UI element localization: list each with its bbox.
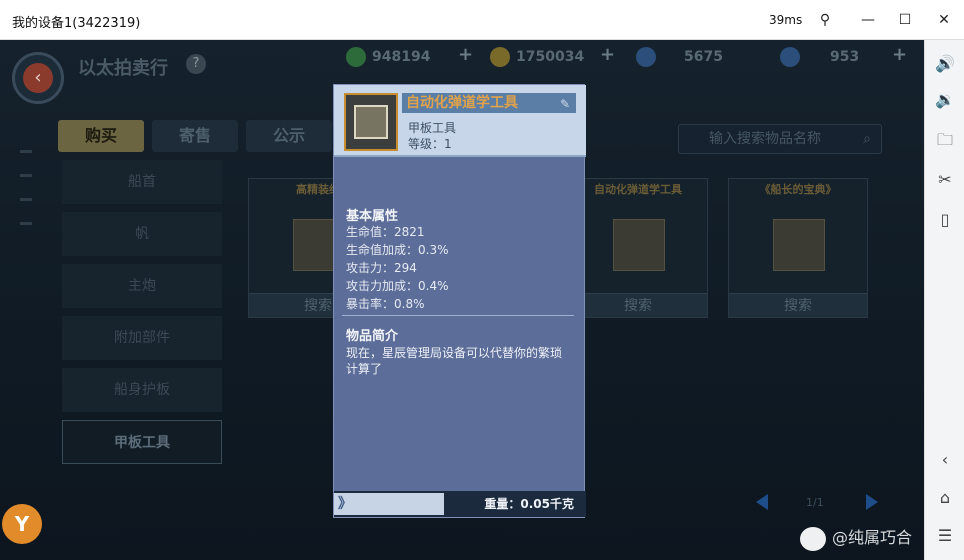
tooltip-header: 自动化弹道学工具 ✎ 甲板工具 等级：1 xyxy=(334,85,586,157)
side-mark xyxy=(20,198,32,201)
item-book-icon xyxy=(773,219,825,271)
scissors-icon[interactable]: ✂ xyxy=(933,168,957,192)
attr-attack: 攻击力：294 xyxy=(346,261,417,275)
resource-value: 5675 xyxy=(684,49,723,65)
side-mark xyxy=(20,222,32,225)
item-type: 甲板工具 xyxy=(408,121,457,135)
menu-icon[interactable]: ☰ xyxy=(933,524,957,548)
item-level: 等级：1 xyxy=(408,137,452,151)
add-green-button[interactable]: + xyxy=(458,44,473,65)
category-bow[interactable]: 船首 xyxy=(62,160,222,204)
category-deck-tool[interactable]: 甲板工具 xyxy=(62,420,222,464)
category-attachment[interactable]: 附加部件 xyxy=(62,316,222,360)
add-gold-button[interactable]: + xyxy=(600,44,615,65)
resource-blue: 5675 xyxy=(636,46,723,68)
app-logo-icon[interactable]: Y xyxy=(2,504,42,544)
title-bar: 我的设备1(3422319) 39ms ⚲ — ☐ ✕ xyxy=(0,0,964,40)
tab-announce[interactable]: 公示 xyxy=(246,120,332,152)
item-card[interactable]: 自动化弹道学工具 搜索 xyxy=(568,178,708,318)
blue-gem-icon xyxy=(636,47,656,67)
edit-icon[interactable]: ✎ xyxy=(560,94,570,114)
back-nav-icon[interactable]: ‹ xyxy=(933,448,957,472)
attr-attack-bonus: 攻击力加成：0.4% xyxy=(346,279,449,293)
side-mark xyxy=(20,174,32,177)
tab-consign[interactable]: 寄售 xyxy=(152,120,238,152)
search-button[interactable]: 搜索 xyxy=(729,293,867,317)
ping-label: 39ms xyxy=(769,13,803,27)
intro-text: 现在，星辰管理局设备可以代替你的繁琐计算了 xyxy=(346,346,563,376)
back-arrow-icon: ‹ xyxy=(23,63,53,93)
search-icon[interactable]: ⌕ xyxy=(863,125,871,153)
attr-hp: 生命值：2821 xyxy=(346,225,425,239)
item-card-name: 自动化弹道学工具 xyxy=(594,183,682,196)
chevron-icon: 》 xyxy=(334,493,444,515)
game-screen: ‹ 以太拍卖行 ? 948194 + 1750034 + 5675 953 + … xyxy=(0,40,924,560)
minimize-button[interactable]: — xyxy=(858,10,878,30)
volume-up-icon[interactable]: 🔊 xyxy=(933,52,957,76)
item-card-name: 《船长的宝典》 xyxy=(759,183,837,196)
close-button[interactable]: ✕ xyxy=(934,10,954,30)
page-indicator: 1/1 xyxy=(806,496,824,509)
category-hull-armor[interactable]: 船身护板 xyxy=(62,368,222,412)
category-main-cannon[interactable]: 主炮 xyxy=(62,264,222,308)
watermark: @纯属巧合 xyxy=(800,524,912,551)
home-icon[interactable]: ⌂ xyxy=(933,486,957,510)
search-placeholder: 输入搜索物品名称 xyxy=(709,131,821,147)
item-tooltip: 自动化弹道学工具 ✎ 甲板工具 等级：1 基本属性 生命值：2821 生命值加成：… xyxy=(333,84,586,518)
maximize-button[interactable]: ☐ xyxy=(895,10,915,30)
resource-gold: 1750034 xyxy=(490,46,584,68)
search-input[interactable]: 输入搜索物品名称 ⌕ xyxy=(678,124,882,154)
item-card[interactable]: 《船长的宝典》 搜索 xyxy=(728,178,868,318)
search-button[interactable]: 搜索 xyxy=(569,293,707,317)
pin-icon[interactable]: ⚲ xyxy=(815,10,835,30)
item-name: 自动化弹道学工具 ✎ xyxy=(402,93,576,113)
tooltip-footer: 》 重量：0.05千克 xyxy=(334,491,586,517)
resource-value: 948194 xyxy=(372,49,431,65)
divider xyxy=(342,315,574,316)
basic-attrs-title: 基本属性 xyxy=(346,209,399,224)
item-toolbox-icon xyxy=(613,219,665,271)
add-card-button[interactable]: + xyxy=(892,44,907,65)
folder-icon[interactable]: 🗀 xyxy=(933,128,957,152)
attr-hp-bonus: 生命值加成：0.3% xyxy=(346,243,449,257)
help-icon[interactable]: ? xyxy=(186,54,206,74)
resource-card: 953 xyxy=(780,46,859,68)
page-title: 以太拍卖行 xyxy=(78,58,168,79)
volume-down-icon[interactable]: 🔉 xyxy=(933,88,957,112)
blue-card-icon xyxy=(780,47,800,67)
shake-icon[interactable]: ▯ xyxy=(933,208,957,232)
watermark-text: @纯属巧合 xyxy=(832,528,913,547)
side-mark xyxy=(20,150,32,153)
resource-green: 948194 xyxy=(346,46,430,68)
gold-coin-icon xyxy=(490,47,510,67)
attr-crit-rate: 暴击率：0.8% xyxy=(346,297,425,311)
resource-value: 953 xyxy=(830,49,860,65)
item-weight: 重量：0.05千克 xyxy=(484,497,574,511)
next-page-arrow[interactable] xyxy=(866,494,878,510)
emulator-sidebar: 🔊 🔉 🗀 ✂ ▯ ‹ ⌂ ☰ xyxy=(924,40,964,560)
category-sail[interactable]: 帆 xyxy=(62,212,222,256)
green-coin-icon xyxy=(346,47,366,67)
wechat-icon xyxy=(800,526,826,551)
tab-buy[interactable]: 购买 xyxy=(58,120,144,152)
back-button[interactable]: ‹ xyxy=(12,52,64,104)
emulator-window: 我的设备1(3422319) 39ms ⚲ — ☐ ✕ ‹ 以太拍卖行 ? 94… xyxy=(0,0,964,560)
intro-title: 物品简介 xyxy=(346,329,399,344)
window-title: 我的设备1(3422319) xyxy=(12,16,141,31)
resource-value: 1750034 xyxy=(516,49,585,65)
item-name-text: 自动化弹道学工具 xyxy=(406,95,518,111)
prev-page-arrow[interactable] xyxy=(756,494,768,510)
item-thumbnail xyxy=(344,93,398,151)
toolbox-icon xyxy=(354,105,388,139)
